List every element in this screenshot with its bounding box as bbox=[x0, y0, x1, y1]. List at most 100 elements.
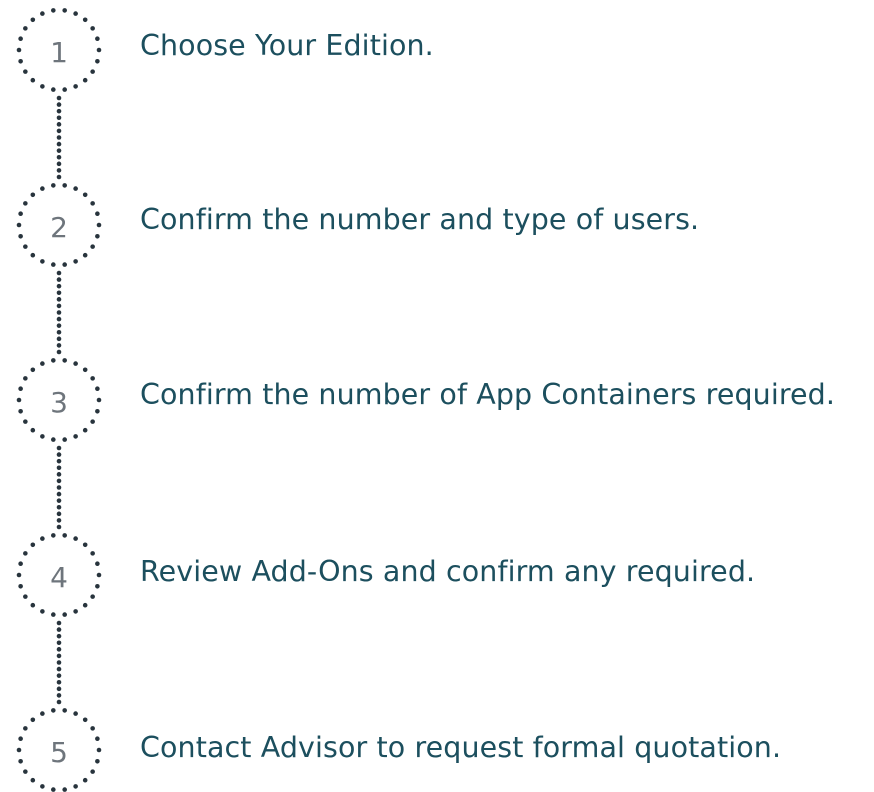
step-circle-dot bbox=[73, 609, 78, 614]
connector-dot bbox=[56, 316, 62, 322]
step-circle-dot bbox=[95, 233, 100, 239]
step-circle-dot bbox=[40, 536, 45, 541]
step-circle-dot bbox=[90, 244, 95, 249]
connector-dot bbox=[56, 154, 62, 160]
connector-dot bbox=[56, 445, 62, 451]
step-circle-dot bbox=[23, 769, 28, 774]
step-number-2: 2 bbox=[50, 211, 68, 244]
step-circle-dot bbox=[82, 777, 88, 783]
step-circle-dot bbox=[62, 358, 67, 363]
step-circle-dot bbox=[16, 572, 22, 578]
step-circle-dot bbox=[62, 612, 67, 617]
step-circle-dot bbox=[90, 726, 95, 731]
step-label-3: Confirm the number of App Containers req… bbox=[140, 378, 836, 411]
step-circle-dot bbox=[90, 201, 95, 206]
connector-dot bbox=[56, 524, 62, 530]
connector-dot bbox=[56, 283, 62, 289]
step-circle-dot bbox=[95, 211, 100, 217]
step-circle-dot bbox=[82, 17, 88, 23]
connector-dot bbox=[56, 349, 62, 355]
connector-dot bbox=[56, 498, 62, 503]
step-circle-dot bbox=[82, 252, 88, 258]
step-circle-dot bbox=[23, 244, 28, 249]
connector-dot bbox=[56, 679, 62, 685]
step-circle-dot bbox=[16, 397, 22, 403]
step-circle-dot bbox=[96, 572, 102, 578]
step-circle-dot bbox=[90, 419, 95, 424]
connector-dot bbox=[56, 108, 62, 114]
connector-dot bbox=[56, 174, 62, 180]
step-circle-dot bbox=[96, 397, 102, 403]
step-circle-dot bbox=[95, 36, 100, 42]
step-circle-dot bbox=[30, 252, 36, 258]
connector-dot bbox=[56, 673, 62, 678]
connector-dot bbox=[56, 666, 62, 672]
step-number-1: 1 bbox=[50, 36, 68, 69]
step-circle-dot bbox=[62, 787, 67, 792]
step-circle-dot bbox=[18, 561, 23, 567]
step-circle-dot bbox=[18, 583, 23, 589]
connector-dot bbox=[56, 686, 62, 692]
step-circle-dot bbox=[30, 777, 36, 783]
step-circle-dot bbox=[73, 784, 78, 789]
step-circle-dot bbox=[95, 736, 100, 742]
step-circle-dot bbox=[96, 47, 102, 53]
connector-dot bbox=[56, 277, 62, 282]
step-circle-dot bbox=[18, 736, 23, 742]
step-circle-dot bbox=[16, 47, 22, 53]
step-circle-dot bbox=[95, 386, 100, 392]
step-label-2: Confirm the number and type of users. bbox=[140, 203, 700, 236]
connector-dot bbox=[56, 485, 62, 490]
step-circle-dot bbox=[23, 69, 28, 74]
step-circle-dot bbox=[23, 26, 28, 31]
step-circle-dot bbox=[62, 87, 67, 92]
step-circle-dot bbox=[30, 427, 36, 433]
connector-dot bbox=[56, 343, 62, 348]
connector-dot bbox=[56, 633, 62, 639]
step-circle-dot bbox=[40, 186, 45, 191]
step-circle-dot bbox=[73, 186, 78, 191]
step-circle-dot bbox=[90, 594, 95, 599]
step-circle-dot bbox=[23, 419, 28, 424]
connector-dot bbox=[56, 168, 62, 173]
connector-dot bbox=[56, 465, 62, 471]
connector-dot bbox=[56, 95, 62, 101]
step-circle-dot bbox=[73, 536, 78, 541]
step-circle-dot bbox=[40, 784, 45, 789]
step-label-5: Contact Advisor to request formal quotat… bbox=[140, 731, 782, 764]
connector-dot bbox=[56, 511, 62, 517]
step-circle-dot bbox=[16, 222, 22, 228]
connector-dot bbox=[56, 336, 62, 342]
step-circle-dot bbox=[30, 717, 36, 723]
step-circle-dot bbox=[30, 192, 36, 198]
connector-dot bbox=[56, 128, 62, 134]
step-circle-dot bbox=[40, 259, 45, 264]
step-circle-dot bbox=[18, 408, 23, 414]
connector-dot bbox=[56, 640, 62, 646]
connector-dot bbox=[56, 472, 62, 477]
step-circle-dot bbox=[96, 747, 102, 753]
step-circle-dot bbox=[51, 787, 56, 792]
step-number-3: 3 bbox=[50, 386, 68, 419]
step-circle-dot bbox=[90, 376, 95, 381]
connector-dot bbox=[56, 518, 62, 523]
connector-dot bbox=[56, 135, 62, 140]
connector-dot bbox=[56, 693, 62, 698]
step-circle-dot bbox=[73, 11, 78, 16]
step-circle-dot bbox=[51, 533, 56, 538]
connector-dot bbox=[56, 115, 62, 121]
connector-dot bbox=[56, 329, 62, 335]
step-circle-dot bbox=[40, 84, 45, 89]
connector-dot bbox=[56, 627, 62, 632]
step-circle-dot bbox=[73, 361, 78, 366]
connector-dot bbox=[56, 620, 62, 626]
step-circle-dot bbox=[30, 17, 36, 23]
step-circle-dot bbox=[96, 222, 102, 228]
step-circle-dot bbox=[40, 434, 45, 439]
step-circle-dot bbox=[90, 26, 95, 31]
step-circle-dot bbox=[82, 717, 88, 723]
connector-dot bbox=[56, 478, 62, 484]
connector-dot bbox=[56, 452, 62, 457]
step-circle-dot bbox=[40, 609, 45, 614]
connector-dot bbox=[56, 297, 62, 302]
